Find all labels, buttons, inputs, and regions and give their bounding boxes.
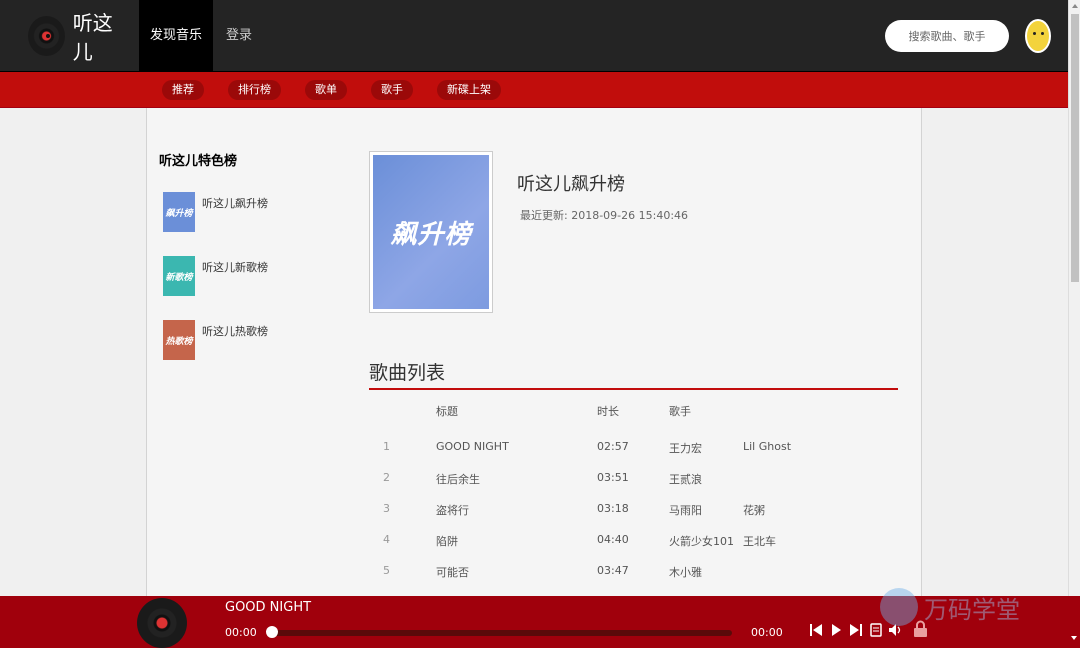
song-title[interactable]: 可能否 <box>436 564 469 580</box>
song-title[interactable]: 盗将行 <box>436 502 469 518</box>
progress-handle[interactable] <box>266 626 278 638</box>
song-number: 5 <box>383 564 390 577</box>
subnav-rankings[interactable]: 排行榜 <box>228 80 281 100</box>
sub-nav: 推荐 排行榜 歌单 歌手 新碟上架 <box>0 72 1068 108</box>
playlist-cover: 飙升榜 <box>369 151 493 313</box>
subnav-new-albums[interactable]: 新碟上架 <box>437 80 501 100</box>
song-title[interactable]: 陷阱 <box>436 533 458 549</box>
sidebar-item-soaring[interactable]: 飙升榜 听这儿飙升榜 <box>163 192 268 232</box>
song-list-heading: 歌曲列表 <box>369 362 446 384</box>
previous-icon[interactable] <box>810 623 822 637</box>
song-artist[interactable]: 火箭少女101 <box>669 533 734 549</box>
last-updated-label: 最近更新: <box>520 209 568 222</box>
watermark-logo: 万码学堂 <box>880 588 1020 626</box>
scrollbar[interactable] <box>1068 0 1080 596</box>
vinyl-record-icon <box>28 16 65 56</box>
avatar[interactable] <box>1025 19 1051 53</box>
nav-login[interactable]: 登录 <box>217 0 261 71</box>
scrollbar-down-arrow[interactable] <box>1071 636 1077 640</box>
song-duration: 03:51 <box>597 471 629 484</box>
nav-discover-music[interactable]: 发现音乐 <box>139 0 213 71</box>
column-header-title: 标题 <box>436 405 458 418</box>
main-content: 听这儿特色榜 飙升榜 听这儿飙升榜 新歌榜 听这儿新歌榜 热歌榜 听这儿热歌榜 … <box>146 108 922 598</box>
song-artist[interactable]: 木小雅 <box>669 564 702 580</box>
sidebar-item-label: 听这儿飙升榜 <box>202 197 268 210</box>
song-duration: 04:40 <box>597 533 629 546</box>
sidebar-item-label: 听这儿热歌榜 <box>202 325 268 338</box>
scrollbar-lower[interactable] <box>1068 596 1080 648</box>
progress-track[interactable] <box>270 630 732 636</box>
song-number: 2 <box>383 471 390 484</box>
watermark-text: 万码学堂 <box>924 595 1020 624</box>
chart-thumbnail: 飙升榜 <box>163 192 195 232</box>
player-disc-icon <box>137 598 187 648</box>
play-icon[interactable] <box>831 623 842 637</box>
player-bar: GOOD NIGHT 00:00 00:00 万码学堂 <box>0 588 1080 648</box>
playlist-title: 听这儿飙升榜 <box>517 174 625 195</box>
logo-text: 听这儿 <box>72 11 113 64</box>
track-title: GOOD NIGHT <box>225 600 312 615</box>
sidebar-item-hot[interactable]: 热歌榜 听这儿热歌榜 <box>163 320 268 360</box>
song-artist-secondary[interactable]: Lil Ghost <box>743 440 791 453</box>
sidebar-item-new[interactable]: 新歌榜 听这儿新歌榜 <box>163 256 268 296</box>
subnav-recommend[interactable]: 推荐 <box>162 80 204 100</box>
song-number: 1 <box>383 440 390 453</box>
song-artist-secondary[interactable]: 花粥 <box>743 502 765 518</box>
song-duration: 02:57 <box>597 440 629 453</box>
song-artist-secondary[interactable]: 王北车 <box>743 533 776 549</box>
song-title[interactable]: 往后余生 <box>436 471 480 487</box>
song-duration: 03:18 <box>597 502 629 515</box>
last-updated: 最近更新: 2018-09-26 15:40:46 <box>520 207 688 223</box>
column-header-artist: 歌手 <box>669 405 691 418</box>
chart-thumbnail: 热歌榜 <box>163 320 195 360</box>
heading-divider <box>369 388 898 390</box>
song-number: 4 <box>383 533 390 546</box>
current-time: 00:00 <box>225 626 257 639</box>
song-artist[interactable]: 王力宏 <box>669 440 702 456</box>
song-number: 3 <box>383 502 390 515</box>
scrollbar-thumb[interactable] <box>1071 14 1079 282</box>
search-input[interactable] <box>885 20 1009 52</box>
watermark-icon <box>880 588 918 626</box>
song-duration: 03:47 <box>597 564 629 577</box>
subnav-playlists[interactable]: 歌单 <box>305 80 347 100</box>
logo[interactable]: 听这儿 <box>28 11 128 64</box>
scrollbar-up-arrow[interactable] <box>1072 4 1078 8</box>
cover-art: 飙升榜 <box>373 155 489 309</box>
next-icon[interactable] <box>850 623 862 637</box>
last-updated-value: 2018-09-26 15:40:46 <box>571 209 689 222</box>
top-header: 听这儿 发现音乐 登录 <box>0 0 1068 72</box>
sidebar-item-label: 听这儿新歌榜 <box>202 261 268 274</box>
subnav-artists[interactable]: 歌手 <box>371 80 413 100</box>
total-time: 00:00 <box>751 626 783 639</box>
song-artist[interactable]: 马雨阳 <box>669 502 702 518</box>
sidebar-title: 听这儿特色榜 <box>159 154 238 169</box>
chart-thumbnail: 新歌榜 <box>163 256 195 296</box>
song-artist[interactable]: 王贰浪 <box>669 471 702 487</box>
column-header-duration: 时长 <box>597 405 619 418</box>
song-title[interactable]: GOOD NIGHT <box>436 440 509 453</box>
